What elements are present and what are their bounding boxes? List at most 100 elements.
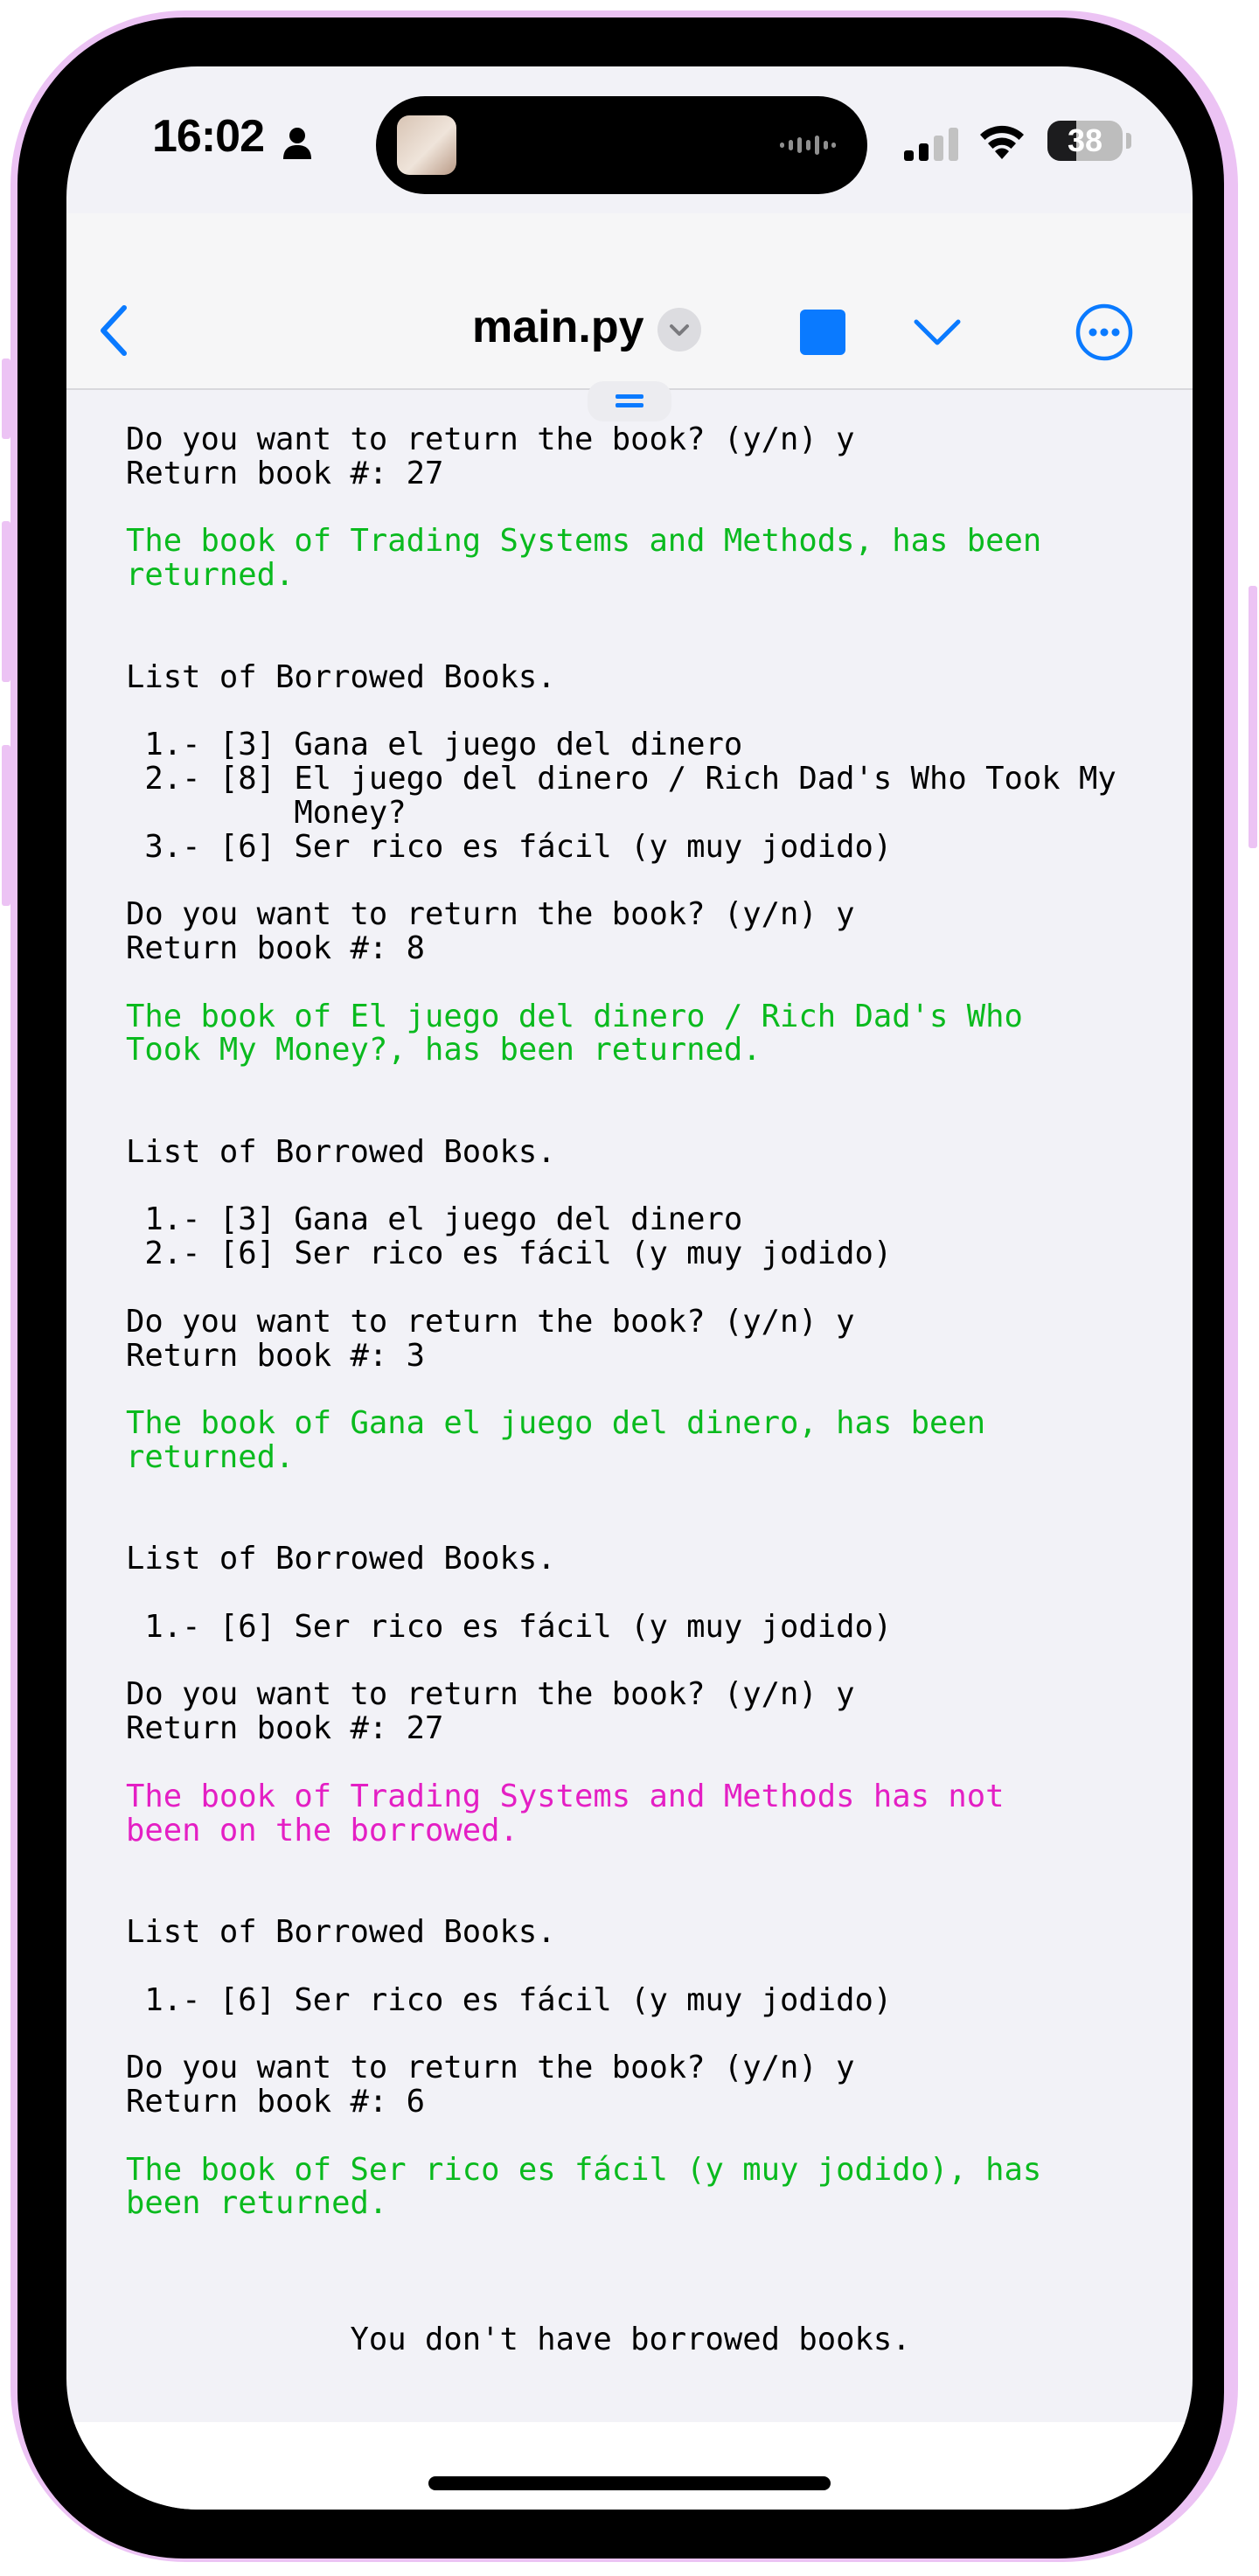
console-line-text: Return book #: 6 (126, 2084, 425, 2120)
side-button (1249, 586, 1257, 848)
status-time: 16:02 (152, 111, 265, 162)
hide-keyboard-chevron-icon[interactable] (913, 317, 962, 348)
file-title[interactable]: main.py (472, 301, 644, 353)
console-line-text: Do you want to return the book? (y/n) y (126, 896, 855, 933)
battery-percent: 38 (1067, 122, 1103, 158)
more-options-icon[interactable] (1075, 303, 1133, 361)
console-line-text: Do you want to return the book? (y/n) y (126, 2050, 855, 2086)
console-line-text: List of Borrowed Books. (126, 1541, 556, 1577)
console-line-text: been on the borrowed. (126, 1812, 518, 1848)
handle-line (616, 394, 643, 399)
back-chevron-icon[interactable] (96, 303, 131, 359)
console-line-text: You don't have borrowed books. (126, 2321, 911, 2357)
audio-waveform-icon (780, 136, 836, 155)
console-line: List of Borrowed Books. (126, 658, 1166, 695)
console-line-text: 1.- [6] Ser rico es fácil (y muy jodido) (126, 1608, 893, 1645)
editor-toolbar: main.py (66, 213, 1193, 390)
console-line: Money? (126, 794, 1166, 831)
console-line: Return book #: 27 (126, 1710, 1166, 1747)
chevron-down-icon (670, 324, 689, 336)
console-line: 3.- [6] Ser rico es fácil (y muy jodido) (126, 830, 1166, 865)
console-line-text: Do you want to return the book? (y/n) y (126, 1676, 855, 1713)
console-line-text: Return book #: 8 (126, 929, 425, 966)
console-line-text: Do you want to return the book? (y/n) y (126, 421, 855, 457)
home-indicator[interactable] (428, 2476, 831, 2490)
console-line-text: Money? (126, 794, 407, 831)
console-line: List of Borrowed Books. (126, 1914, 1166, 1951)
volume-down-button (2, 745, 10, 906)
console-line-text: List of Borrowed Books. (126, 1133, 556, 1170)
title-menu-button[interactable] (657, 308, 701, 352)
stop-button[interactable] (800, 310, 845, 355)
console-line-text: Return book #: 3 (126, 1337, 425, 1374)
console-line: List of Borrowed Books. (126, 1542, 1166, 1577)
console-line: You don't have borrowed books. (126, 2321, 1166, 2357)
dynamic-island[interactable] (376, 96, 867, 194)
console-line: Return book #: 27 (126, 455, 1166, 491)
person-icon (283, 128, 311, 159)
console-line: 1.- [6] Ser rico es fácil (y muy jodido) (126, 1608, 1166, 1645)
now-playing-artwork (397, 115, 456, 175)
console-line-text: The book of El juego del dinero / Rich D… (126, 998, 1023, 1034)
console-line: Do you want to return the book? (y/n) y (126, 1305, 1166, 1340)
console-resize-handle[interactable] (588, 381, 671, 421)
console-line: 1.- [3] Gana el juego del dinero (126, 728, 1166, 762)
console-line-text: The book of Ser rico es fácil (y muy jod… (126, 2151, 1042, 2188)
console-line-text: been returned. (126, 2185, 388, 2222)
handle-line (616, 403, 643, 407)
console-line-text: The book of Gana el juego del dinero, ha… (126, 1405, 986, 1442)
console-line: Do you want to return the book? (y/n) y (126, 1678, 1166, 1712)
console-line-text: List of Borrowed Books. (126, 1914, 556, 1951)
battery-cap (1126, 133, 1131, 149)
console-line-text: List of Borrowed Books. (126, 658, 556, 695)
console-line-text: Do you want to return the book? (y/n) y (126, 1303, 855, 1340)
console-line: 1.- [3] Gana el juego del dinero (126, 1202, 1166, 1237)
screen: 16:02 38 main.py Do you want to return t… (66, 66, 1193, 2510)
console-line-text: 2.- [6] Ser rico es fácil (y muy jodido) (126, 1236, 893, 1272)
console-line-text: Took My Money?, has been returned. (126, 1032, 762, 1069)
console-line-text: 2.- [8] El juego del dinero / Rich Dad's… (126, 760, 1116, 797)
console-line-text: Return book #: 27 (126, 455, 444, 491)
success-message-line: returned. (126, 1440, 1166, 1475)
cellular-signal-icon (904, 128, 958, 161)
console-line: 2.- [8] El juego del dinero / Rich Dad's… (126, 762, 1166, 797)
console-line-text: returned. (126, 557, 295, 594)
battery-indicator: 38 (1047, 121, 1123, 161)
success-message-line: The book of Gana el juego del dinero, ha… (126, 1405, 1166, 1442)
success-message-line: Took My Money?, has been returned. (126, 1032, 1166, 1069)
console-line: Return book #: 6 (126, 2085, 1166, 2120)
console-line-text: The book of Trading Systems and Methods,… (126, 523, 1042, 560)
success-message-line: The book of Trading Systems and Methods,… (126, 523, 1166, 560)
console-line: Do you want to return the book? (y/n) y (126, 421, 1166, 457)
error-message-line: been on the borrowed. (126, 1814, 1166, 1848)
success-message-line: The book of El juego del dinero / Rich D… (126, 998, 1166, 1034)
console-line-text: 1.- [6] Ser rico es fácil (y muy jodido) (126, 1981, 893, 2018)
console-line-text: Return book #: 27 (126, 1710, 444, 1747)
console-line: List of Borrowed Books. (126, 1133, 1166, 1170)
error-message-line: The book of Trading Systems and Methods … (126, 1778, 1166, 1814)
console-line-text: The book of Trading Systems and Methods … (126, 1778, 1005, 1814)
console-output[interactable]: Do you want to return the book? (y/n) yR… (126, 421, 1166, 2461)
